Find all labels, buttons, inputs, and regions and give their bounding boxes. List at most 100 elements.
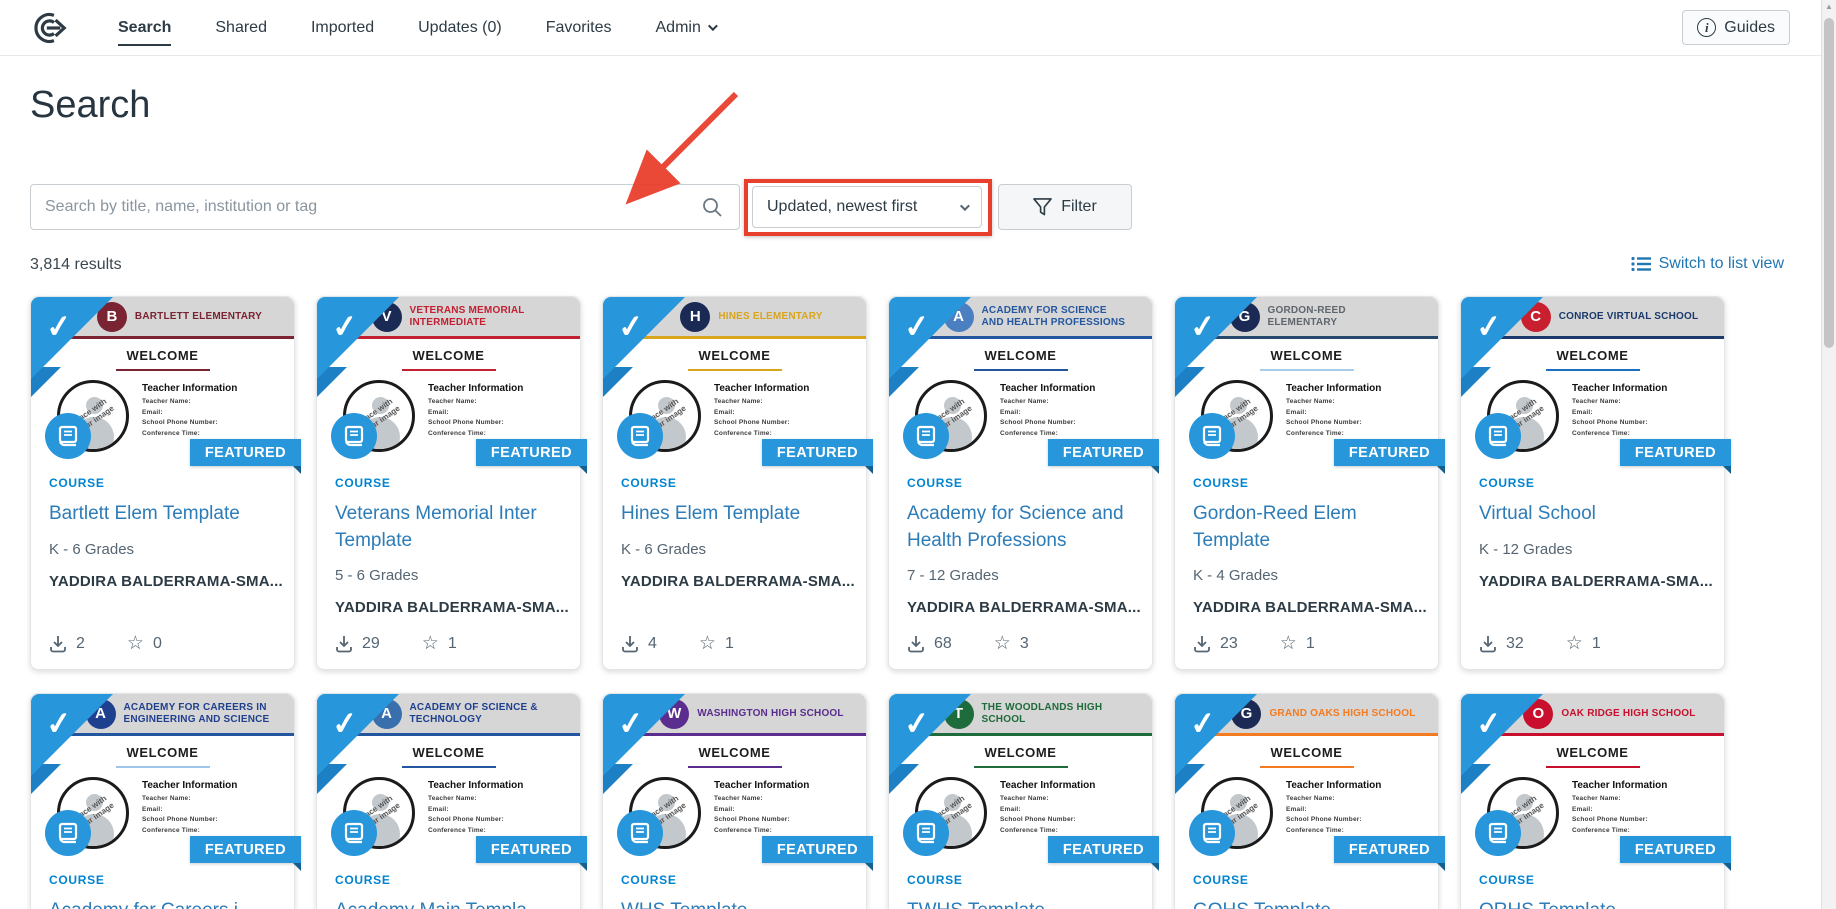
- teacher-info-line: Email:: [428, 409, 523, 416]
- card-body: COURSE Veterans Memorial Inter Template …: [317, 461, 580, 669]
- scroll-up-arrow-icon[interactable]: ▲: [1822, 2, 1836, 11]
- course-card[interactable]: ✓ H HINES ELEMENTARY WELCOME place withy…: [602, 296, 867, 670]
- welcome-underline: [974, 766, 1068, 768]
- course-title-link[interactable]: WHS Template: [621, 898, 848, 909]
- nav-item-shared[interactable]: Shared: [215, 0, 267, 55]
- course-title-link[interactable]: Academy Main Templa...: [335, 898, 562, 909]
- course-card[interactable]: ✓ A ACADEMY OF SCIENCE & TECHNOLOGY WELC…: [316, 693, 581, 909]
- teacher-info-lines: Teacher Name:Email:School Phone Number:C…: [1286, 795, 1381, 834]
- checkmark-icon: ✓: [330, 705, 360, 744]
- course-card[interactable]: ✓ G GORDON-REED ELEMENTARY WELCOME place…: [1174, 296, 1439, 670]
- course-type-icon: [331, 810, 377, 856]
- featured-badge: FEATURED: [476, 836, 587, 863]
- downloads-stat: 23: [1193, 635, 1238, 653]
- book-icon: [914, 822, 938, 844]
- search-icon[interactable]: [702, 197, 722, 222]
- scrollbar-thumb[interactable]: [1824, 18, 1834, 348]
- download-icon: [335, 635, 353, 653]
- course-title-link[interactable]: Bartlett Elem Template: [49, 501, 276, 528]
- nav-item-label: Updates (0): [418, 19, 502, 37]
- featured-badge: FEATURED: [762, 439, 873, 466]
- school-name: THE WOODLANDS HIGH SCHOOL: [982, 702, 1132, 726]
- nav-item-imported[interactable]: Imported: [311, 0, 374, 55]
- vertical-scrollbar[interactable]: ▲: [1821, 0, 1836, 909]
- nav-item-search[interactable]: Search: [118, 0, 171, 55]
- author-name: YADDIRA BALDERRAMA-SMA...: [907, 599, 1134, 616]
- course-title-link[interactable]: TWHS Template: [907, 898, 1134, 909]
- teacher-info-line: School Phone Number:: [714, 419, 809, 426]
- teacher-info-lines: Teacher Name:Email:School Phone Number:C…: [428, 795, 523, 834]
- welcome-underline: [1546, 369, 1640, 371]
- course-title-link[interactable]: ORHS Template: [1479, 898, 1706, 909]
- nav-item-favorites[interactable]: Favorites: [546, 0, 612, 55]
- course-card[interactable]: ✓ O OAK RIDGE HIGH SCHOOL WELCOME place …: [1460, 693, 1725, 909]
- teacher-info-line: Conference Time:: [142, 827, 237, 834]
- teacher-info-title: Teacher Information: [714, 780, 809, 791]
- download-icon: [907, 635, 925, 653]
- sort-dropdown[interactable]: Updated, newest first: [752, 186, 982, 228]
- welcome-underline: [402, 766, 496, 768]
- welcome-underline: [1546, 766, 1640, 768]
- teacher-info-lines: Teacher Name:Email:School Phone Number:C…: [1572, 398, 1667, 437]
- course-card[interactable]: ✓ C CONROE VIRTUAL SCHOOL WELCOME place …: [1460, 296, 1725, 670]
- resource-type-label: COURSE: [1193, 873, 1420, 887]
- teacher-info-title: Teacher Information: [1572, 780, 1667, 791]
- nav-item-admin[interactable]: Admin: [656, 0, 715, 55]
- course-title-link[interactable]: Virtual School: [1479, 501, 1706, 528]
- star-outline-icon: ☆: [1566, 634, 1583, 653]
- filter-button[interactable]: Filter: [998, 184, 1132, 230]
- book-icon: [914, 425, 938, 447]
- course-title-link[interactable]: Gordon-Reed Elem Template: [1193, 501, 1420, 554]
- author-name: YADDIRA BALDERRAMA-SMA...: [335, 599, 562, 616]
- course-title-link[interactable]: Academy for Science and Health Professio…: [907, 501, 1134, 554]
- resource-type-label: COURSE: [335, 873, 562, 887]
- nav-item-updates[interactable]: Updates (0): [418, 0, 502, 55]
- card-body: COURSE ORHS Template ☆: [1461, 858, 1724, 909]
- nav-item-label: Shared: [215, 19, 267, 37]
- course-title-link[interactable]: Veterans Memorial Inter Template: [335, 501, 562, 554]
- card-body: COURSE Academy for Careers i... ☆: [31, 858, 294, 909]
- resource-type-label: COURSE: [49, 476, 276, 490]
- course-card[interactable]: ✓ G GRAND OAKS HIGH SCHOOL WELCOME place…: [1174, 693, 1439, 909]
- teacher-info-line: Email:: [1000, 806, 1095, 813]
- book-icon: [56, 822, 80, 844]
- grades-range: K - 4 Grades: [1193, 567, 1420, 584]
- teacher-info-line: Teacher Name:: [1572, 795, 1667, 802]
- teacher-info-line: Conference Time:: [1000, 430, 1095, 437]
- teacher-info-line: Email:: [714, 806, 809, 813]
- star-outline-icon: ☆: [699, 634, 716, 653]
- search-input[interactable]: [30, 184, 740, 230]
- results-count: 3,814 results: [30, 256, 122, 274]
- course-type-icon: [903, 810, 949, 856]
- book-icon: [628, 425, 652, 447]
- course-card[interactable]: ✓ A ACADEMY FOR SCIENCE AND HEALTH PROFE…: [888, 296, 1153, 670]
- course-card[interactable]: ✓ V VETERANS MEMORIAL INTERMEDIATE WELCO…: [316, 296, 581, 670]
- switch-to-list-view-link[interactable]: Switch to list view: [1631, 255, 1784, 273]
- checkmark-icon: ✓: [44, 705, 74, 744]
- downloads-count: 4: [648, 635, 657, 653]
- results-grid: ✓ B BARTLETT ELEMENTARY WELCOME place wi…: [30, 296, 1725, 909]
- commons-search-page: Search Shared Imported Updates (0) Favorites…: [0, 0, 1836, 909]
- course-card[interactable]: ✓ A ACADEMY FOR CAREERS IN ENGINEERING A…: [30, 693, 295, 909]
- school-name: WASHINGTON HIGH SCHOOL: [697, 708, 843, 720]
- teacher-info-line: Email:: [1572, 806, 1667, 813]
- teacher-info-title: Teacher Information: [1572, 383, 1667, 394]
- welcome-underline: [688, 369, 782, 371]
- commons-logo-icon[interactable]: [30, 8, 70, 48]
- course-type-icon: [45, 413, 91, 459]
- course-title-link[interactable]: Hines Elem Template: [621, 501, 848, 528]
- course-type-icon: [45, 810, 91, 856]
- course-card[interactable]: ✓ B BARTLETT ELEMENTARY WELCOME place wi…: [30, 296, 295, 670]
- course-type-icon: [617, 810, 663, 856]
- featured-badge: FEATURED: [1048, 836, 1159, 863]
- guides-button[interactable]: i Guides: [1682, 10, 1790, 45]
- teacher-info-line: Teacher Name:: [1286, 795, 1381, 802]
- course-card[interactable]: ✓ T THE WOODLANDS HIGH SCHOOL WELCOME pl…: [888, 693, 1153, 909]
- nav-item-label: Search: [118, 19, 171, 37]
- guides-label: Guides: [1724, 19, 1775, 37]
- course-title-link[interactable]: Academy for Careers i...: [49, 898, 276, 909]
- course-type-icon: [331, 413, 377, 459]
- school-name: ACADEMY OF SCIENCE & TECHNOLOGY: [410, 702, 560, 726]
- course-title-link[interactable]: GOHS Template: [1193, 898, 1420, 909]
- course-card[interactable]: ✓ W WASHINGTON HIGH SCHOOL WELCOME place…: [602, 693, 867, 909]
